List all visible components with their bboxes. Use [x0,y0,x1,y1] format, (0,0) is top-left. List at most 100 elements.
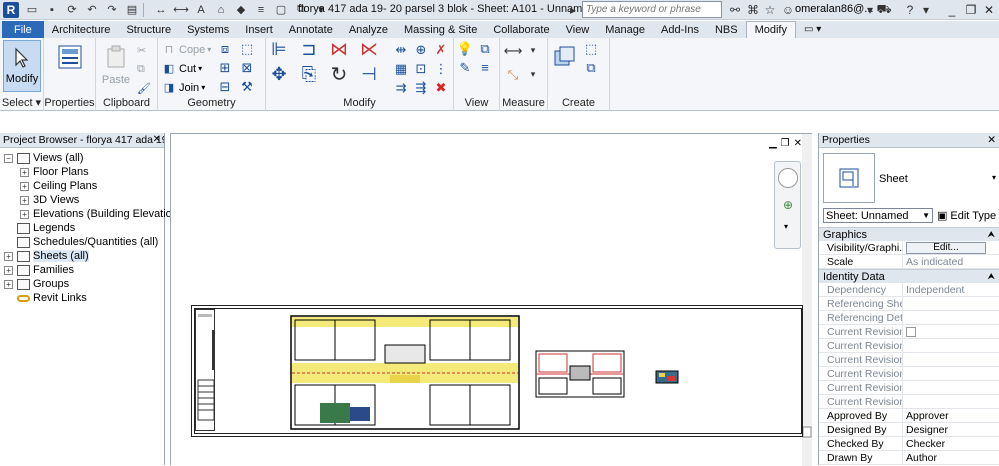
cart-icon[interactable]: ⛟ [876,2,892,18]
text-icon[interactable]: A [194,3,208,17]
wall-joins-icon[interactable]: ⧈ [216,40,234,57]
tab-collaborate[interactable]: Collaborate [485,21,557,38]
tree-item[interactable]: Revit Links [4,291,87,305]
expand-icon[interactable]: + [4,251,13,261]
thin-lines-icon[interactable]: ≡ [254,3,268,17]
tree-item[interactable]: + Floor Plans [20,165,89,179]
unpin-icon[interactable]: ✗ [432,41,450,58]
view-minimize-icon[interactable]: ▁ [769,138,777,149]
section-icon[interactable]: ◆ [234,3,248,17]
measure-icon[interactable]: ↔ [154,3,168,17]
create-assembly-button[interactable] [550,40,580,92]
contextual-tab-toggle[interactable]: ▭ ▾ [796,21,829,38]
property-value[interactable]: Checker [903,437,999,450]
pin-icon[interactable]: ⊕ [412,41,430,58]
tree-item[interactable]: Legends [4,221,75,235]
tab-architecture[interactable]: Architecture [44,21,119,38]
split-face-icon[interactable]: ⬚ [238,40,256,57]
align-tool-icon[interactable]: ⊫ [270,39,288,59]
communication-icon[interactable]: ⌘ [745,2,761,18]
tab-analyze[interactable]: Analyze [341,21,396,38]
edit-type-button[interactable]: ▣ Edit Type [937,208,996,223]
expand-icon[interactable]: + [20,195,29,205]
scale-icon[interactable]: ⊡ [412,60,430,77]
modify-button[interactable]: Modify [3,40,41,92]
remove-paint-icon[interactable]: ⚒ [238,78,256,95]
split-element-icon[interactable]: ⇹ [392,41,410,58]
mirror-axis-icon[interactable]: ⋈ [330,39,348,59]
paint-icon[interactable]: ⊞ [216,59,234,76]
zoom-dropdown-icon[interactable]: ▾ [784,222,788,231]
create-similar-icon[interactable]: ⧉ [582,59,600,76]
expand-icon[interactable]: + [20,181,29,191]
help-dropdown-icon[interactable]: ▾ [918,2,934,18]
tab-insert[interactable]: Insert [237,21,281,38]
project-browser-close-icon[interactable]: ✕ [153,134,161,145]
restore-button[interactable]: ❐ [962,1,980,18]
trim-extend-icon[interactable]: ⊣ [360,64,378,84]
property-group-header[interactable]: Graphics ⮝ [819,227,999,241]
favorites-star-icon[interactable]: ☆ [762,2,778,18]
move-icon[interactable]: ✥ [270,64,288,84]
tree-item[interactable]: + Groups [4,277,69,291]
aligned-dimension-icon[interactable]: ⤡ [504,66,522,83]
property-value[interactable]: Edit... [903,241,999,254]
tab-annotate[interactable]: Annotate [281,21,341,38]
secondary-plan-viewport[interactable] [535,350,625,398]
cope-button[interactable]: ⊓ Cope ▾ [162,41,212,58]
copy-tool-icon[interactable]: ⎘ [300,64,318,84]
binoculars-icon[interactable]: ⚯ [727,2,743,18]
tab-modify[interactable]: Modify [745,21,796,38]
paste-button[interactable]: Paste [99,40,133,92]
view-close-icon[interactable]: ✕ [794,138,802,149]
cut-button[interactable]: ◧ Cut ▾ [162,60,202,77]
property-value[interactable]: Approver [903,409,999,422]
tree-item[interactable]: +3D Views [20,193,79,207]
collapse-icon[interactable]: − [4,153,13,163]
array-icon[interactable]: ▦ [392,60,410,77]
offset-icon[interactable]: ⊐ [300,39,318,59]
detail-viewport[interactable] [655,370,679,384]
override-graphics-icon[interactable]: ⧉ [476,40,494,57]
help-icon[interactable]: ? [902,2,918,18]
drawing-canvas[interactable]: ▁ ❐ ✕ ⊕ ▾ [170,133,812,466]
floor-plan-viewport[interactable] [290,315,520,430]
split-gap-icon[interactable]: ⋮ [432,60,450,77]
steering-wheel-icon[interactable] [778,168,798,188]
trim-single-icon[interactable]: ⇉ [392,79,410,96]
revit-logo-button[interactable]: R [3,1,19,18]
type-dropdown-icon[interactable]: ▾ [992,173,996,182]
user-icon[interactable]: ☺ [780,2,796,18]
property-value[interactable]: Designer [903,423,999,436]
join-button[interactable]: ◨ Join ▾ [162,79,205,96]
dimension-icon[interactable]: ⟷ [173,3,189,17]
close-window-button[interactable]: ✕ [980,1,998,18]
copy-icon[interactable]: ⧉ [137,61,145,78]
rotate-icon[interactable]: ↻ [330,64,348,86]
measure-dropdown-icon[interactable]: ▾ [524,42,542,59]
cut-scissors-icon[interactable]: ✂ [137,42,146,59]
tab-file[interactable]: File [2,21,44,38]
mirror-draw-icon[interactable]: ⋉ [360,39,378,59]
tree-item[interactable]: + Sheets (all) [4,249,89,263]
tree-item[interactable]: + Ceiling Plans [20,179,97,193]
sync-icon[interactable]: ⟳ [65,3,79,17]
zoom-icon[interactable]: ⊕ [779,198,797,214]
search-input[interactable] [582,1,722,18]
tab-view[interactable]: View [558,21,598,38]
demolish-icon[interactable]: ⊠ [238,59,256,76]
sheet-border[interactable] [191,305,803,437]
expand-icon[interactable]: + [20,209,29,219]
tree-item[interactable]: Schedules/Quantities (all) [4,235,158,249]
property-value[interactable]: Author [903,451,999,464]
3d-view-icon[interactable]: ⌂ [214,3,228,17]
collapse-group-icon[interactable]: ⮝ [987,229,995,240]
open-icon[interactable]: ▭ [25,3,39,17]
search-expand-icon[interactable]: ▸ [565,2,581,18]
vertical-scrollbar[interactable] [802,134,812,466]
tree-item[interactable]: + Families [4,263,74,277]
view-restore-icon[interactable]: ❐ [781,138,790,149]
align-icon[interactable]: ⊟ [216,78,234,95]
dimension-dropdown-icon[interactable]: ▾ [524,66,542,83]
linework-icon[interactable]: ✎ [456,59,474,76]
